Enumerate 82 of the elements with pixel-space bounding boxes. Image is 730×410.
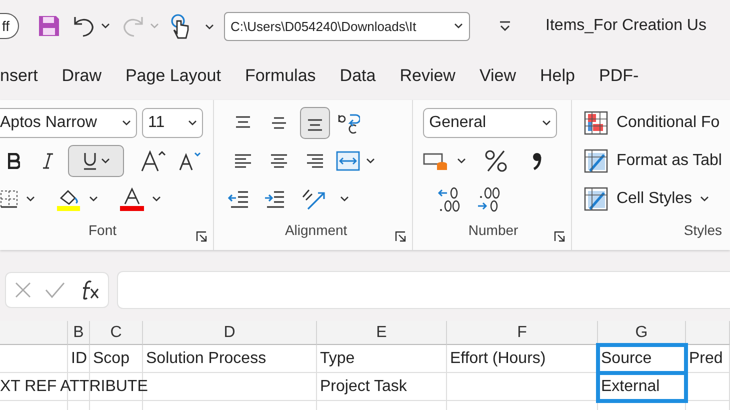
align-button[interactable] (300, 107, 330, 139)
table-cell: Solution Process (143, 345, 317, 373)
dialog-launcher-icon[interactable] (554, 231, 566, 242)
caret-icon[interactable] (700, 196, 710, 202)
table-cell: Project Task (317, 373, 447, 401)
caret-icon[interactable] (457, 158, 466, 164)
ribbon-tab[interactable]: Draw (50, 58, 114, 94)
styles-menu-item[interactable]: Cell Styles (584, 180, 722, 218)
caret-icon[interactable] (152, 196, 161, 202)
ribbon-tab[interactable]: PDF- (586, 58, 651, 94)
caret-icon[interactable] (204, 24, 214, 30)
table-cell: Scop (90, 345, 143, 373)
customize-icon[interactable] (498, 20, 512, 32)
column-header[interactable]: F (447, 321, 598, 345)
ribbon-tab[interactable]: Data (328, 58, 388, 94)
column-header[interactable]: G (598, 321, 686, 345)
italic-icon (42, 153, 54, 169)
caret-icon[interactable] (454, 23, 463, 29)
decrease-indent-icon[interactable] (228, 190, 250, 208)
font-color-icon[interactable] (120, 187, 144, 211)
cell-text: XT REF ATTRIBUTE (0, 377, 148, 397)
decrease-decimal-icon[interactable] (437, 186, 462, 212)
ribbon-tab[interactable]: Page Layout (113, 58, 233, 94)
percent-icon[interactable] (484, 149, 508, 173)
caret-icon[interactable] (340, 196, 349, 202)
column-header[interactable]: D (143, 321, 317, 345)
align-right-icon[interactable] (304, 152, 326, 170)
table-cell: Type (317, 345, 447, 373)
column-header[interactable]: B (68, 321, 90, 345)
dialog-launcher-icon[interactable] (196, 231, 207, 242)
window-title: Items_For Creation Us (546, 17, 706, 35)
ribbon-tab[interactable]: Review (388, 58, 468, 94)
caret-icon[interactable] (122, 120, 131, 126)
file-path-dropdown[interactable]: C:\Users\D054240\Downloads\It (224, 12, 470, 40)
cell-brush-icon (584, 187, 608, 211)
orientation-icon[interactable] (300, 187, 326, 211)
autosave-toggle[interactable]: ff (0, 13, 19, 39)
table-cell: Pred (686, 345, 730, 373)
ribbon-tab[interactable]: nsert (0, 58, 50, 94)
column-header[interactable]: C (90, 321, 143, 345)
comma-icon[interactable] (532, 151, 542, 171)
center-icon[interactable] (268, 152, 290, 170)
table-cell: External (598, 373, 686, 401)
ribbon-tab[interactable]: Help (528, 58, 587, 94)
conditional-format-icon (584, 111, 608, 135)
group-label: Number (468, 222, 518, 240)
table-brush-icon (584, 149, 608, 173)
grow-font-icon[interactable] (140, 150, 166, 172)
table-cell: ID (68, 345, 90, 373)
styles-menu-item[interactable]: Conditional Fo (584, 104, 722, 142)
save-icon[interactable] (36, 14, 61, 38)
align-left-icon[interactable] (232, 152, 254, 170)
borders-icon[interactable] (0, 190, 18, 208)
increase-decimal-icon[interactable] (477, 186, 502, 212)
caret-icon[interactable] (100, 158, 110, 164)
table-cell: Source (598, 345, 686, 373)
underline-icon (82, 152, 96, 170)
group-label: Alignment (284, 222, 348, 240)
font-name-dropdown[interactable]: Aptos Narrow (0, 108, 137, 138)
font-size-dropdown[interactable]: 11 (142, 108, 203, 138)
caret-icon[interactable] (26, 196, 35, 202)
group-label: Font (88, 222, 116, 240)
number-format-dropdown[interactable]: General (423, 108, 558, 138)
caret-icon[interactable] (542, 120, 552, 126)
caret-icon[interactable] (188, 120, 197, 126)
table-cell: Effort (Hours) (447, 345, 598, 373)
group-label: Styles (684, 222, 722, 240)
bold-icon (8, 153, 20, 169)
formula-input[interactable] (117, 270, 730, 308)
styles-menu-item[interactable]: Format as Tabl (584, 142, 722, 180)
caret-icon[interactable] (100, 23, 110, 29)
column-header[interactable]: E (317, 321, 447, 345)
underline-button[interactable] (68, 145, 124, 177)
ribbon-tab[interactable]: View (467, 58, 528, 94)
touch-icon[interactable] (168, 13, 191, 39)
merge-cells-icon[interactable] (336, 151, 360, 171)
increase-indent-icon[interactable] (264, 190, 286, 208)
shrink-font-icon[interactable] (178, 151, 202, 171)
caret-icon[interactable] (366, 158, 375, 164)
ribbon-tab[interactable]: Formulas (232, 58, 328, 94)
dialog-launcher-icon[interactable] (395, 231, 406, 242)
caret-icon[interactable] (89, 196, 98, 202)
